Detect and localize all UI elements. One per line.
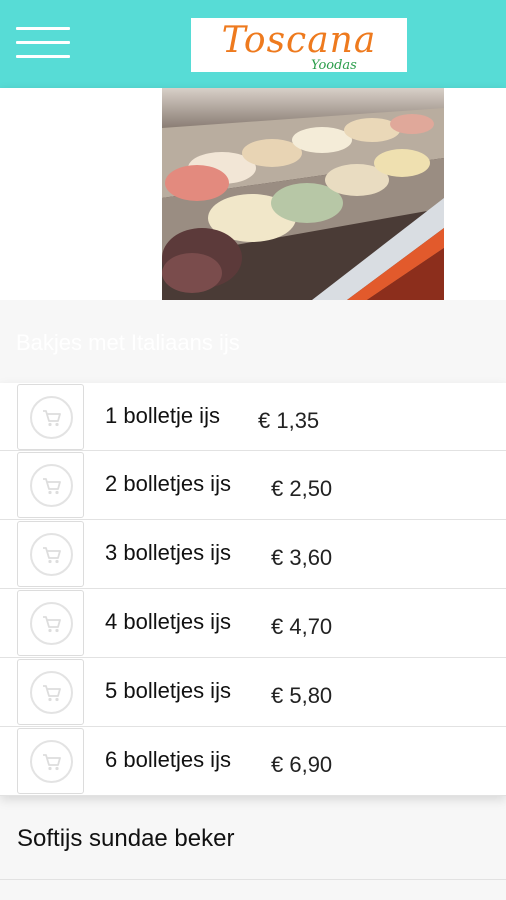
ice-cream-display-photo [162, 88, 444, 300]
shopping-cart-icon [30, 533, 73, 576]
product-list: 1 bolletje ijs € 1,35 2 bolletjes ijs € 2,5… [0, 383, 506, 796]
table-row[interactable]: 5 bolletjes ijs € 5,80 [0, 658, 506, 727]
add-to-cart-button[interactable] [17, 728, 84, 794]
table-row[interactable]: 4 bolletjes ijs € 4,70 [0, 589, 506, 658]
add-to-cart-button[interactable] [17, 452, 84, 518]
shopping-cart-icon [30, 602, 73, 645]
item-name: 4 bolletjes ijs [105, 609, 231, 634]
add-to-cart-button[interactable] [17, 384, 84, 450]
logo-text: Toscana [221, 20, 377, 61]
hamburger-menu-icon[interactable] [16, 27, 70, 59]
item-name: 1 bolletje ijs [105, 403, 220, 428]
table-row[interactable]: 6 bolletjes ijs € 6,90 [0, 727, 506, 796]
section-title: Bakjes met Italiaans ijs [16, 330, 240, 355]
item-price: € 3,60 [271, 545, 333, 570]
add-to-cart-button[interactable] [17, 659, 84, 725]
list-item[interactable]: Softijs sundae beker [0, 800, 506, 880]
item-price: € 6,90 [271, 752, 333, 777]
shopping-cart-icon [30, 671, 73, 714]
item-price: € 2,50 [271, 476, 333, 501]
item-name: 3 bolletjes ijs [105, 540, 231, 565]
item-name: 2 bolletjes ijs [105, 471, 231, 496]
item-price: € 5,80 [271, 683, 333, 708]
section-label: Softijs sundae beker [17, 825, 235, 852]
toscana-logo[interactable]: Toscana Yoodas [191, 18, 407, 72]
table-row[interactable]: 2 bolletjes ijs € 2,50 [0, 451, 506, 520]
add-to-cart-button[interactable] [17, 590, 84, 656]
item-price: € 4,70 [271, 614, 333, 639]
table-row[interactable]: 3 bolletjes ijs € 3,60 [0, 520, 506, 589]
add-to-cart-button[interactable] [17, 521, 84, 587]
table-row[interactable]: 1 bolletje ijs € 1,35 [0, 383, 506, 451]
item-name: 5 bolletjes ijs [105, 678, 231, 703]
shopping-cart-icon [30, 396, 73, 439]
item-name: 6 bolletjes ijs [105, 747, 231, 772]
shopping-cart-icon [30, 740, 73, 783]
shopping-cart-icon [30, 464, 73, 507]
item-price: € 1,35 [258, 408, 320, 433]
logo-subtext: Yoodas [311, 58, 357, 72]
app-header: Toscana Yoodas [0, 0, 506, 88]
hero-banner [0, 88, 506, 300]
